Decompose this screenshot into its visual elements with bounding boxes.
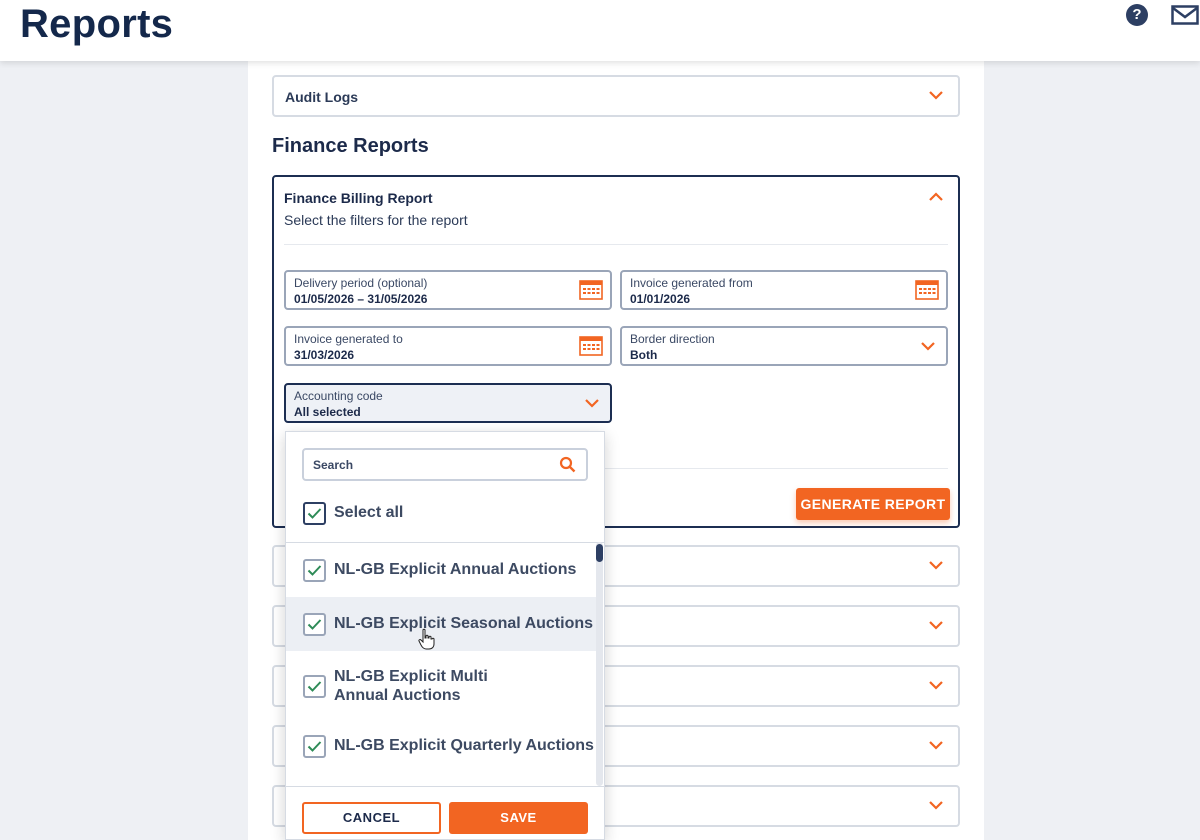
accounting-code-dropdown: Search Select all NL-GB Explicit Annual … bbox=[285, 431, 605, 840]
page-header: Reports ? bbox=[0, 0, 1200, 61]
chevron-down-icon bbox=[929, 681, 943, 690]
cancel-button[interactable]: CANCEL bbox=[302, 802, 441, 834]
audit-logs-label: Audit Logs bbox=[285, 89, 359, 105]
check-icon bbox=[307, 619, 322, 630]
check-icon bbox=[307, 681, 322, 692]
invoice-from-label: Invoice generated from bbox=[630, 276, 753, 290]
delivery-period-label: Delivery period (optional) bbox=[294, 276, 428, 290]
delivery-period-field[interactable]: Delivery period (optional) 01/05/2026 – … bbox=[284, 270, 612, 310]
select-all-label[interactable]: Select all bbox=[334, 504, 403, 522]
list-item[interactable]: NL-GB Explicit Seasonal Auctions bbox=[286, 597, 596, 651]
list-item[interactable]: NL-GB Explicit Multi Annual Auctions bbox=[286, 651, 596, 723]
chevron-down-icon bbox=[929, 621, 943, 630]
search-placeholder: Search bbox=[313, 458, 354, 472]
invoice-to-field[interactable]: Invoice generated to 31/03/2026 bbox=[284, 326, 612, 366]
invoice-from-field[interactable]: Invoice generated from 01/01/2026 bbox=[620, 270, 948, 310]
chevron-up-icon[interactable] bbox=[928, 191, 944, 203]
list-item[interactable]: NL-GB Explicit Annual Auctions bbox=[286, 543, 596, 597]
chevron-down-icon bbox=[929, 561, 943, 570]
search-input[interactable]: Search bbox=[302, 448, 588, 481]
border-direction-label: Border direction bbox=[630, 332, 715, 346]
accounting-code-label: Accounting code bbox=[294, 389, 383, 403]
calendar-icon[interactable] bbox=[915, 279, 939, 301]
item-label: NL-GB Explicit Annual Auctions bbox=[334, 561, 577, 578]
billing-subtitle: Select the filters for the report bbox=[284, 212, 468, 228]
item-checkbox[interactable] bbox=[303, 613, 326, 636]
chevron-down-icon bbox=[585, 399, 599, 408]
generate-report-button[interactable]: GENERATE REPORT bbox=[796, 488, 950, 520]
accounting-code-value: All selected bbox=[294, 405, 361, 419]
item-checkbox[interactable] bbox=[303, 559, 326, 582]
mail-icon[interactable] bbox=[1171, 5, 1199, 25]
chevron-down-icon bbox=[929, 801, 943, 810]
calendar-icon[interactable] bbox=[579, 279, 603, 301]
accounting-code-select[interactable]: Accounting code All selected bbox=[284, 383, 612, 423]
invoice-to-label: Invoice generated to bbox=[294, 332, 403, 346]
search-icon bbox=[559, 456, 576, 473]
border-direction-select[interactable]: Border direction Both bbox=[620, 326, 948, 366]
item-checkbox[interactable] bbox=[303, 675, 326, 698]
item-label: NL-GB Explicit Quarterly Auctions bbox=[334, 737, 594, 754]
divider bbox=[604, 468, 948, 469]
finance-reports-heading: Finance Reports bbox=[272, 135, 429, 157]
chevron-down-icon bbox=[929, 741, 943, 750]
chevron-down-icon bbox=[929, 91, 943, 100]
invoice-to-value: 31/03/2026 bbox=[294, 348, 355, 362]
calendar-icon[interactable] bbox=[579, 335, 603, 357]
help-icon[interactable]: ? bbox=[1126, 4, 1148, 26]
list-item[interactable]: NL-GB Explicit Quarterly Auctions bbox=[286, 723, 596, 777]
item-label: NL-GB Explicit Seasonal Auctions bbox=[334, 615, 594, 632]
save-button[interactable]: SAVE bbox=[449, 802, 588, 834]
billing-title: Finance Billing Report bbox=[284, 190, 433, 206]
hand-cursor-icon bbox=[418, 628, 435, 650]
divider bbox=[284, 244, 948, 245]
delivery-period-value: 01/05/2026 – 31/05/2026 bbox=[294, 292, 428, 306]
border-direction-value: Both bbox=[630, 348, 658, 362]
divider bbox=[286, 786, 604, 787]
item-label: NL-GB Explicit Multi Annual Auctions bbox=[334, 668, 488, 704]
check-icon bbox=[307, 565, 322, 576]
page-title: Reports bbox=[20, 2, 174, 46]
check-icon bbox=[307, 741, 322, 752]
invoice-from-value: 01/01/2026 bbox=[630, 292, 691, 306]
select-all-checkbox[interactable] bbox=[303, 502, 326, 525]
check-icon bbox=[307, 508, 322, 519]
item-checkbox[interactable] bbox=[303, 735, 326, 758]
audit-logs-accordion[interactable]: Audit Logs bbox=[272, 75, 960, 117]
scrollbar-track[interactable] bbox=[596, 542, 603, 786]
scrollbar-thumb[interactable] bbox=[596, 544, 603, 562]
chevron-down-icon bbox=[921, 342, 935, 351]
